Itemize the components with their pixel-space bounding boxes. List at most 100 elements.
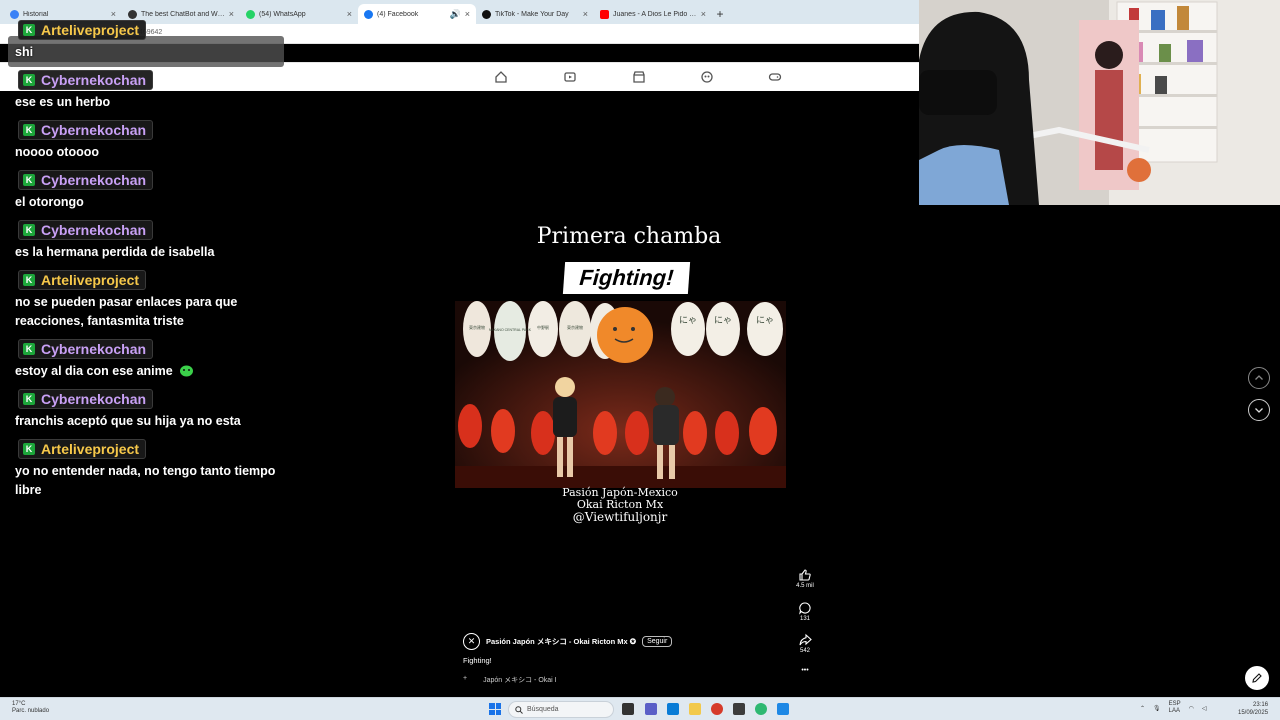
system-tray[interactable]: ⌃ 🎙 ESP LAA ◠ ◁	[1140, 701, 1207, 715]
more-icon: •••	[801, 667, 809, 674]
chat-username: Cybernekochan	[41, 122, 147, 138]
lantern-label: NAKANO CENTRAL PARK	[489, 328, 532, 332]
kick-badge-icon: K	[23, 124, 35, 136]
share-button[interactable]: 542	[793, 633, 817, 654]
reel-video[interactable]: 東京建物 NAKANO CENTRAL PARK 中野駅 東京建物 にゃ にゃ …	[455, 301, 786, 488]
share-icon	[799, 633, 812, 646]
reel-title: Primera chamba	[536, 224, 722, 249]
next-reel-button[interactable]	[1248, 399, 1270, 421]
gaming-icon[interactable]	[768, 70, 782, 84]
chat-message: K Arteliveproject no se pueden pasar enla…	[8, 270, 283, 331]
chevron-up-icon[interactable]: ⌃	[1140, 705, 1145, 712]
audio-name: Japón メキシコ - Okai I	[483, 677, 557, 684]
date: 15/09/2025	[1238, 710, 1269, 716]
weather-desc: Parc. nublado	[12, 708, 50, 714]
lantern-label: にゃ	[714, 315, 732, 325]
microphone-icon[interactable]: 🎙	[1153, 705, 1161, 712]
chat-text: es la hermana perdida de isabella	[15, 245, 215, 259]
taskbar-search[interactable]: Búsqueda	[508, 701, 614, 718]
close-icon[interactable]: ×	[583, 9, 588, 19]
kick-badge-icon: K	[23, 274, 35, 286]
author-name[interactable]: Pasión Japón メキシコ - Okai Ricton Mx ✪	[486, 636, 636, 647]
like-button[interactable]: 4.5 mil	[793, 568, 817, 589]
username-chip: K Arteliveproject	[18, 439, 147, 459]
start-button[interactable]	[489, 703, 501, 715]
clock[interactable]: 23:16 15/09/2025	[1238, 701, 1268, 717]
chatbot-icon	[128, 9, 137, 19]
edit-icon	[1252, 673, 1262, 683]
kick-badge-icon: K	[23, 343, 35, 355]
new-message-button[interactable]	[1245, 666, 1269, 690]
share-count: 542	[799, 648, 810, 654]
comment-count: 131	[799, 616, 810, 622]
tiktok-icon	[482, 9, 491, 19]
app-icon[interactable]	[777, 703, 789, 715]
tab-facebook[interactable]: (4) Facebook 🔊 ×	[358, 4, 476, 24]
chat-username: Cybernekochan	[41, 341, 147, 357]
streamer-webcam-image	[919, 0, 1280, 205]
video-icon[interactable]	[563, 70, 577, 84]
weather-widget[interactable]: 17°C Parc. nublado	[12, 701, 49, 715]
history-icon	[10, 9, 19, 19]
tab-title: Juanes - A Dios Le Pido (Versio	[613, 10, 697, 18]
webcam-feed	[919, 0, 1280, 205]
page-avatar-icon[interactable]: ✕	[463, 633, 480, 650]
app-icon[interactable]	[733, 703, 745, 715]
close-icon[interactable]: ×	[465, 9, 470, 19]
facebook-icon	[364, 9, 373, 19]
new-tab-button[interactable]: +	[712, 4, 728, 24]
tab-title: TikTok - Make Your Day	[495, 10, 569, 18]
file-explorer-icon[interactable]	[689, 703, 701, 715]
chat-username: Arteliveproject	[41, 272, 140, 288]
chat-message: K Arteliveproject shi	[8, 20, 283, 62]
username-chip: K Cybernekochan	[18, 389, 154, 409]
previous-reel-button[interactable]	[1248, 367, 1270, 389]
chat-text-content: estoy al dia con ese anime	[15, 364, 173, 378]
chat-text: estoy al dia con ese anime	[15, 362, 280, 381]
close-icon[interactable]: ×	[701, 9, 706, 19]
task-view-icon[interactable]	[622, 703, 634, 715]
reel-audio[interactable]: + Japón メキシコ - Okai I	[463, 675, 557, 685]
follow-button[interactable]: Seguir	[642, 636, 673, 647]
kick-badge-icon: K	[23, 174, 35, 186]
chat-username: Cybernekochan	[41, 222, 147, 238]
username-chip: K Arteliveproject	[18, 270, 147, 290]
chevron-up-icon	[1255, 375, 1263, 380]
close-icon[interactable]: ×	[347, 9, 352, 19]
outlook-icon[interactable]	[667, 703, 679, 715]
app-icon[interactable]	[711, 703, 723, 715]
tab-youtube[interactable]: Juanes - A Dios Le Pido (Versio ×	[594, 4, 712, 24]
more-options-button[interactable]: •••	[793, 666, 817, 674]
music-icon: +	[463, 675, 468, 682]
username-chip: K Arteliveproject	[18, 20, 147, 40]
home-icon[interactable]	[494, 70, 508, 84]
fighting-sticker: Fighting!	[562, 262, 691, 294]
tab-tiktok[interactable]: TikTok - Make Your Day ×	[476, 4, 594, 24]
lang-primary: ESP	[1168, 701, 1181, 707]
teams-icon[interactable]	[645, 703, 657, 715]
whatsapp-icon	[246, 9, 255, 19]
tab-title: (54) WhatsApp	[259, 10, 306, 18]
close-icon[interactable]: ×	[229, 9, 234, 19]
chat-text: noooo otoooo	[15, 145, 99, 159]
wifi-icon[interactable]: ◠	[1189, 705, 1194, 712]
chat-message: K Cybernekochan estoy al dia con ese anim…	[8, 339, 283, 381]
username-chip: K Cybernekochan	[18, 170, 154, 190]
username-chip: K Cybernekochan	[18, 220, 154, 240]
comment-button[interactable]: 131	[793, 601, 817, 622]
kick-badge-icon: K	[23, 224, 35, 236]
time: 23:16	[1253, 702, 1269, 708]
reel-author: ✕ Pasión Japón メキシコ - Okai Ricton Mx ✪ S…	[463, 633, 673, 650]
language-indicator[interactable]: ESP LAA	[1169, 701, 1181, 715]
reel-credits: Pasión Japón-Mexico Okai Ricton Mx @View…	[500, 487, 740, 524]
volume-icon[interactable]: ◁	[1202, 705, 1207, 712]
chrome-icon[interactable]	[755, 703, 767, 715]
chat-text: el otorongo	[15, 195, 84, 209]
groups-icon[interactable]	[700, 70, 714, 84]
chat-message: K Arteliveproject yo no entender nada, no…	[8, 439, 283, 500]
taskbar: 17°C Parc. nublado Búsqueda ⌃ 🎙 ESP LAA …	[0, 697, 1280, 720]
close-icon[interactable]: ×	[111, 9, 116, 19]
speaker-icon[interactable]: 🔊	[450, 9, 461, 20]
username-chip: K Cybernekochan	[18, 70, 154, 90]
marketplace-icon[interactable]	[632, 70, 646, 84]
